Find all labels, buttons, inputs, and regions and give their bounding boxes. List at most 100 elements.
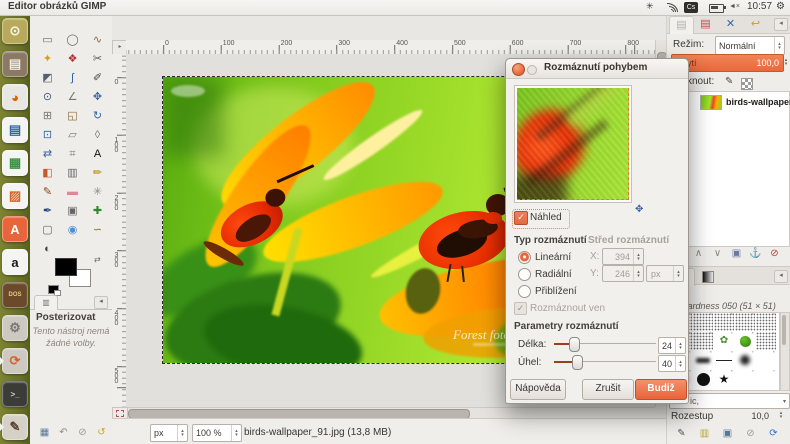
minimize-button[interactable] <box>527 65 537 75</box>
tool-options-tab[interactable]: ▥ <box>34 295 58 310</box>
blur-preview-image[interactable] <box>517 88 629 200</box>
undo-history-tab[interactable]: ↩ <box>744 16 767 33</box>
launcher-item-files[interactable]: ▤ <box>2 51 28 77</box>
brush-blank[interactable] <box>735 370 755 388</box>
lower-layer-button[interactable]: ∨ <box>709 247 726 261</box>
angle-slider-handle[interactable] <box>572 355 583 370</box>
keyboard-layout-indicator[interactable]: Cs <box>684 2 698 13</box>
tool-shear[interactable]: ▱ <box>61 127 84 144</box>
duplicate-brush-button[interactable]: ▣ <box>719 427 736 441</box>
close-button[interactable] <box>512 63 525 76</box>
swap-colors-icon[interactable]: ⇄ <box>94 255 101 264</box>
tool-clone[interactable]: ▣ <box>61 203 84 220</box>
tool-heal[interactable]: ✚ <box>86 203 109 220</box>
spacing-row[interactable]: Rozestup 10,0 ▴ ▾ <box>667 409 790 424</box>
tool-ink[interactable]: ✒ <box>36 203 59 220</box>
tool-blend[interactable]: ▥ <box>61 165 84 182</box>
gradients-tab[interactable] <box>696 268 719 285</box>
brush-blank[interactable] <box>756 370 776 388</box>
brush-blank[interactable] <box>756 351 776 369</box>
tool-paths[interactable]: ∫ <box>61 70 84 87</box>
tool-blur-sharpen[interactable]: ◉ <box>61 222 84 239</box>
tool-flip[interactable]: ⇄ <box>36 146 59 163</box>
radio-zoom-label[interactable]: Přiblížení <box>535 286 577 297</box>
duplicate-layer-button[interactable]: ▣ <box>728 247 745 261</box>
brush-scrollbar[interactable] <box>780 312 790 391</box>
brush-circle[interactable] <box>693 370 713 388</box>
angle-spinbox[interactable]: 40 ▴ ▾ <box>658 355 686 372</box>
launcher-item-system-settings[interactable]: ⚙ <box>2 315 28 341</box>
radio-linear-label[interactable]: Lineární <box>535 252 571 263</box>
opacity-spinner[interactable]: ▴ ▾ <box>782 54 790 70</box>
updates-indicator-icon[interactable]: ✳ <box>646 1 654 12</box>
tool-paintbrush[interactable]: ✎ <box>36 184 59 201</box>
brush-tex[interactable] <box>756 313 776 331</box>
tool-move[interactable]: ✥ <box>86 89 109 106</box>
tool-perspective[interactable]: ◊ <box>86 127 109 144</box>
launcher-item-firefox[interactable]: ◕ <box>2 84 28 110</box>
anchor-layer-button[interactable]: ⚓ <box>747 247 764 261</box>
tool-foreground-select[interactable]: ◩ <box>36 70 59 87</box>
edit-brush-button[interactable]: ✎ <box>673 427 690 441</box>
ok-button[interactable]: Budiž <box>635 379 687 400</box>
brush-star[interactable]: ★ <box>714 370 734 388</box>
lock-pixels-icon[interactable]: ✎ <box>725 76 733 87</box>
collapse-toolbox-button[interactable]: ◂ <box>94 296 108 309</box>
tool-airbrush[interactable]: ✳ <box>86 184 109 201</box>
horizontal-ruler[interactable]: 0 100 200 300 400 500 600 700 800 <box>126 40 655 55</box>
layers-tab[interactable]: ▤ <box>669 16 694 34</box>
tool-scale[interactable]: ⊡ <box>36 127 59 144</box>
angle-slider[interactable] <box>554 355 656 370</box>
zoom-spinner[interactable]: 100 % ▴ ▾ <box>192 424 242 442</box>
brush-tex[interactable] <box>693 332 713 350</box>
tool-color-picker[interactable]: ✐ <box>86 70 109 87</box>
launcher-item-dash[interactable]: ⊙ <box>2 18 28 44</box>
vertical-ruler[interactable]: 0 100 200 300 400 500 <box>112 54 127 422</box>
launcher-item-terminal[interactable]: >_ <box>2 381 28 407</box>
tool-crop[interactable]: ◱ <box>61 108 84 125</box>
launcher-item-amazon[interactable]: a <box>2 249 28 275</box>
restore-options-button[interactable]: ↶ <box>55 426 72 440</box>
delete-brush-button[interactable]: ⊘ <box>742 427 759 441</box>
tool-free-select[interactable]: ∿ <box>86 32 109 49</box>
length-spinbox[interactable]: 24 ▴ ▾ <box>658 337 686 354</box>
zoom-spin-arrows[interactable]: ▴ ▾ <box>231 425 241 441</box>
tool-align[interactable]: ⊞ <box>36 108 59 125</box>
spacing-spinner[interactable]: ▴ ▾ <box>777 411 785 420</box>
lock-alpha-icon[interactable] <box>741 78 753 90</box>
brush-tex[interactable] <box>714 313 734 331</box>
launcher-item-dosbox[interactable]: DOS <box>2 282 28 308</box>
preview-checkbox[interactable]: ✓ <box>514 211 528 225</box>
tool-rotate[interactable]: ↻ <box>86 108 109 125</box>
unit-spinner[interactable]: ▴ ▾ <box>177 425 187 441</box>
tool-perspective-clone[interactable]: ▢ <box>36 222 59 239</box>
tool-fuzzy-select[interactable]: ✦ <box>36 51 59 68</box>
brush-tex[interactable] <box>735 313 755 331</box>
tool-text[interactable]: A <box>86 146 109 163</box>
brush-line[interactable] <box>714 351 734 369</box>
brush-tex[interactable] <box>756 332 776 350</box>
angle-spin-arrows[interactable]: ▴ ▾ <box>675 356 685 371</box>
default-colors-icon[interactable] <box>48 285 61 296</box>
launcher-item-gimp[interactable]: ✎ <box>0 414 28 440</box>
foreground-background-colors[interactable]: ⇄ <box>48 255 106 296</box>
launcher-item-software-center[interactable]: A <box>2 216 28 242</box>
brush-pepper[interactable] <box>735 332 755 350</box>
battery-icon[interactable] <box>709 4 726 13</box>
launcher-item-software-updater[interactable]: ⟳ <box>0 348 28 374</box>
tool-ellipse-select[interactable]: ◯ <box>61 32 84 49</box>
unit-combo[interactable]: px ▴ ▾ <box>150 424 188 442</box>
save-options-button[interactable]: ▦ <box>36 426 53 440</box>
brush-sprig[interactable]: ✿ <box>714 332 734 350</box>
launcher-item-libreoffice-writer[interactable]: ▤ <box>2 117 28 143</box>
wifi-icon[interactable] <box>667 3 678 12</box>
brush-tex[interactable] <box>693 313 713 331</box>
refresh-brushes-button[interactable]: ⟳ <box>765 427 782 441</box>
tool-select-by-color[interactable]: ❖ <box>61 51 84 68</box>
channels-tab[interactable]: ▤ <box>694 16 717 33</box>
radio-linear[interactable] <box>518 251 531 264</box>
volume-muted-icon[interactable]: ◄× <box>729 3 740 10</box>
tool-smudge[interactable]: ∽ <box>86 222 109 239</box>
tool-scissors-select[interactable]: ✂ <box>86 51 109 68</box>
foreground-color-swatch[interactable] <box>55 258 77 276</box>
